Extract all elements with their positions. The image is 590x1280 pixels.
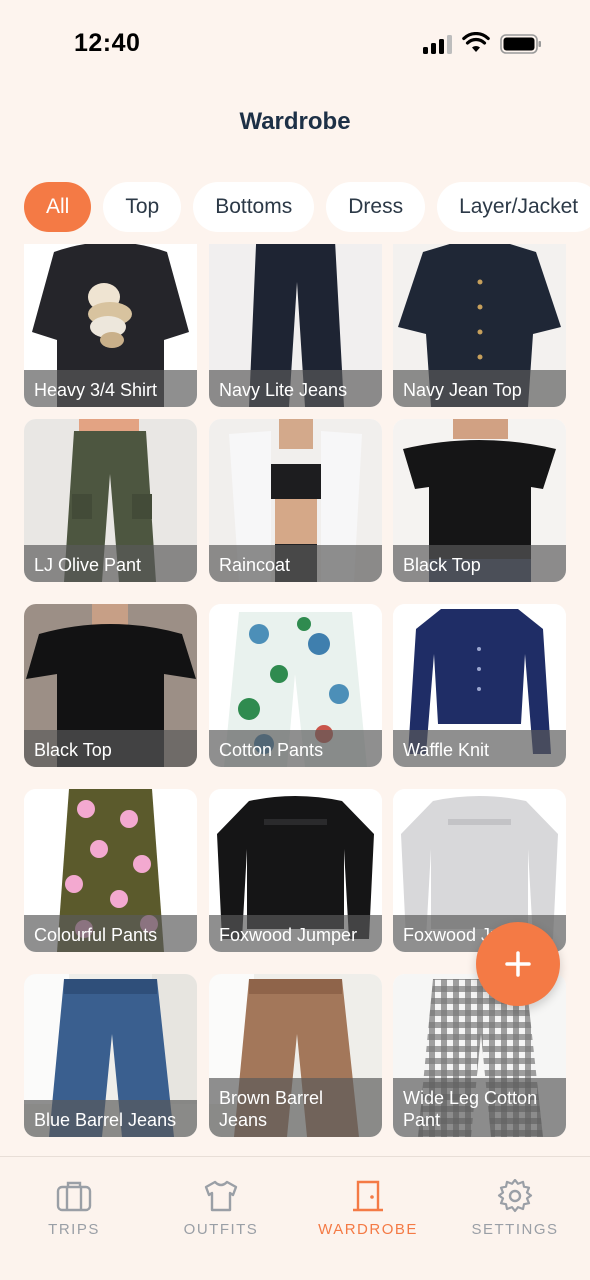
filter-chip-layer-jacket[interactable]: Layer/Jacket (437, 182, 590, 232)
filter-chip-bottoms[interactable]: Bottoms (193, 182, 315, 232)
wardrobe-item-card[interactable]: Heavy 3/4 Shirt (24, 244, 197, 407)
wardrobe-item-card[interactable]: Navy Jean Top (393, 244, 566, 407)
tab-wardrobe[interactable]: WARDROBE (308, 1179, 428, 1238)
wardrobe-item-card[interactable]: Foxwood Jumper (209, 789, 382, 952)
tab-outfits-label: OUTFITS (183, 1221, 259, 1238)
tab-outfits[interactable]: OUTFITS (161, 1179, 281, 1238)
item-label: Blue Barrel Jeans (24, 1100, 197, 1137)
wardrobe-item-card[interactable]: Colourful Pants (24, 789, 197, 952)
suitcase-icon (56, 1181, 92, 1212)
wardrobe-item-card[interactable]: Brown Barrel Jeans (209, 974, 382, 1137)
filter-chip-top[interactable]: Top (103, 182, 182, 232)
shirt-icon (204, 1180, 238, 1212)
wardrobe-item-card[interactable]: Blue Barrel Jeans (24, 974, 197, 1137)
wardrobe-item-card[interactable]: Black Top (393, 419, 566, 582)
item-label: Navy Jean Top (393, 370, 566, 407)
item-label: Brown Barrel Jeans (209, 1078, 382, 1137)
item-label: Wide Leg Cotton Pant (393, 1078, 566, 1137)
tab-wardrobe-label: WARDROBE (318, 1221, 418, 1238)
filter-chip-dress[interactable]: Dress (326, 182, 426, 232)
wardrobe-grid: Heavy 3/4 Shirt Navy Lite Jeans Navy Jea… (24, 244, 566, 1156)
category-filter-bar: All Top Bottoms Dress Layer/Jacket (24, 182, 590, 232)
wardrobe-item-card[interactable]: Black Top (24, 604, 197, 767)
item-label: Black Top (24, 730, 197, 767)
wardrobe-item-card[interactable]: Raincoat (209, 419, 382, 582)
item-label: Heavy 3/4 Shirt (24, 370, 197, 407)
page-title: Wardrobe (239, 108, 351, 135)
plus-icon (505, 951, 531, 977)
item-label: Black Top (393, 545, 566, 582)
battery-icon (500, 34, 541, 54)
wardrobe-icon (353, 1180, 383, 1212)
item-label: Foxwood Jumper (209, 915, 382, 952)
wardrobe-item-card[interactable]: LJ Olive Pant (24, 419, 197, 582)
wardrobe-item-card[interactable]: Navy Lite Jeans (209, 244, 382, 407)
tab-trips[interactable]: TRIPS (14, 1179, 134, 1238)
status-time: 12:40 (74, 29, 141, 57)
wardrobe-item-card[interactable]: Waffle Knit (393, 604, 566, 767)
tab-trips-label: TRIPS (48, 1221, 100, 1238)
wardrobe-item-card[interactable]: Cotton Pants (209, 604, 382, 767)
item-label: Cotton Pants (209, 730, 382, 767)
item-label: Navy Lite Jeans (209, 370, 382, 407)
gear-icon (497, 1179, 533, 1213)
filter-chip-all[interactable]: All (24, 182, 92, 232)
tab-settings[interactable]: SETTINGS (455, 1179, 575, 1238)
item-label: Waffle Knit (393, 730, 566, 767)
wifi-icon (462, 32, 490, 52)
tab-settings-label: SETTINGS (471, 1221, 559, 1238)
item-label: Colourful Pants (24, 915, 197, 952)
cellular-signal-icon (423, 34, 453, 54)
bottom-tab-bar: TRIPS OUTFITS WARDROBE SETTINGS (0, 1156, 590, 1280)
item-label: LJ Olive Pant (24, 545, 197, 582)
item-label: Raincoat (209, 545, 382, 582)
status-bar: 12:40 (0, 0, 590, 90)
add-item-button[interactable] (476, 922, 560, 1006)
